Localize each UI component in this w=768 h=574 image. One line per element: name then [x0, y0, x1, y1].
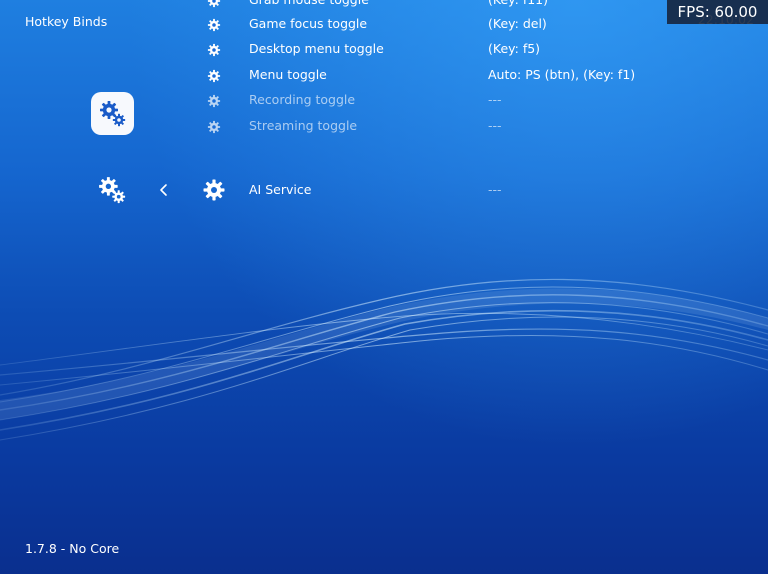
- hotkey-row[interactable]: Desktop menu toggle (Key: f5): [0, 37, 768, 61]
- gear-icon: [207, 93, 221, 108]
- hotkey-value: (Key: del): [488, 16, 547, 31]
- hotkey-label: Menu toggle: [249, 67, 327, 82]
- ai-service-value: ---: [488, 182, 502, 197]
- hotkey-row[interactable]: Menu toggle Auto: PS (btn), (Key: f1): [0, 63, 768, 87]
- version-info: 1.7.8 - No Core: [25, 541, 120, 556]
- gear-icon: [207, 119, 221, 134]
- hotkey-value: ---: [488, 118, 502, 133]
- hotkey-label: Desktop menu toggle: [249, 41, 384, 56]
- hotkey-label: Grab mouse toggle: [249, 0, 369, 7]
- hotkey-row[interactable]: Streaming toggle ---: [0, 114, 768, 138]
- ai-service-gear-icon: [203, 179, 225, 201]
- chevron-left-icon[interactable]: [158, 181, 170, 199]
- hotkey-value: ---: [488, 92, 502, 107]
- gear-icon: [207, 0, 221, 8]
- hotkey-value: (Key: f11): [488, 0, 548, 7]
- gear-icon: [207, 68, 221, 83]
- hotkey-label: Recording toggle: [249, 92, 356, 107]
- hotkey-value: (Key: f5): [488, 41, 541, 56]
- hotkey-row[interactable]: Grab mouse toggle (Key: f11): [0, 0, 768, 12]
- ai-service-label[interactable]: AI Service: [249, 182, 311, 197]
- hotkey-row[interactable]: Game focus toggle (Key: del): [0, 12, 768, 36]
- hotkey-row[interactable]: Recording toggle ---: [0, 88, 768, 112]
- gear-icon: [207, 17, 221, 32]
- hotkey-label: Streaming toggle: [249, 118, 358, 133]
- hotkey-value: Auto: PS (btn), (Key: f1): [488, 67, 636, 82]
- gear-icon: [207, 42, 221, 57]
- settings-gears-icon[interactable]: [97, 175, 128, 206]
- hotkey-label: Game focus toggle: [249, 16, 368, 31]
